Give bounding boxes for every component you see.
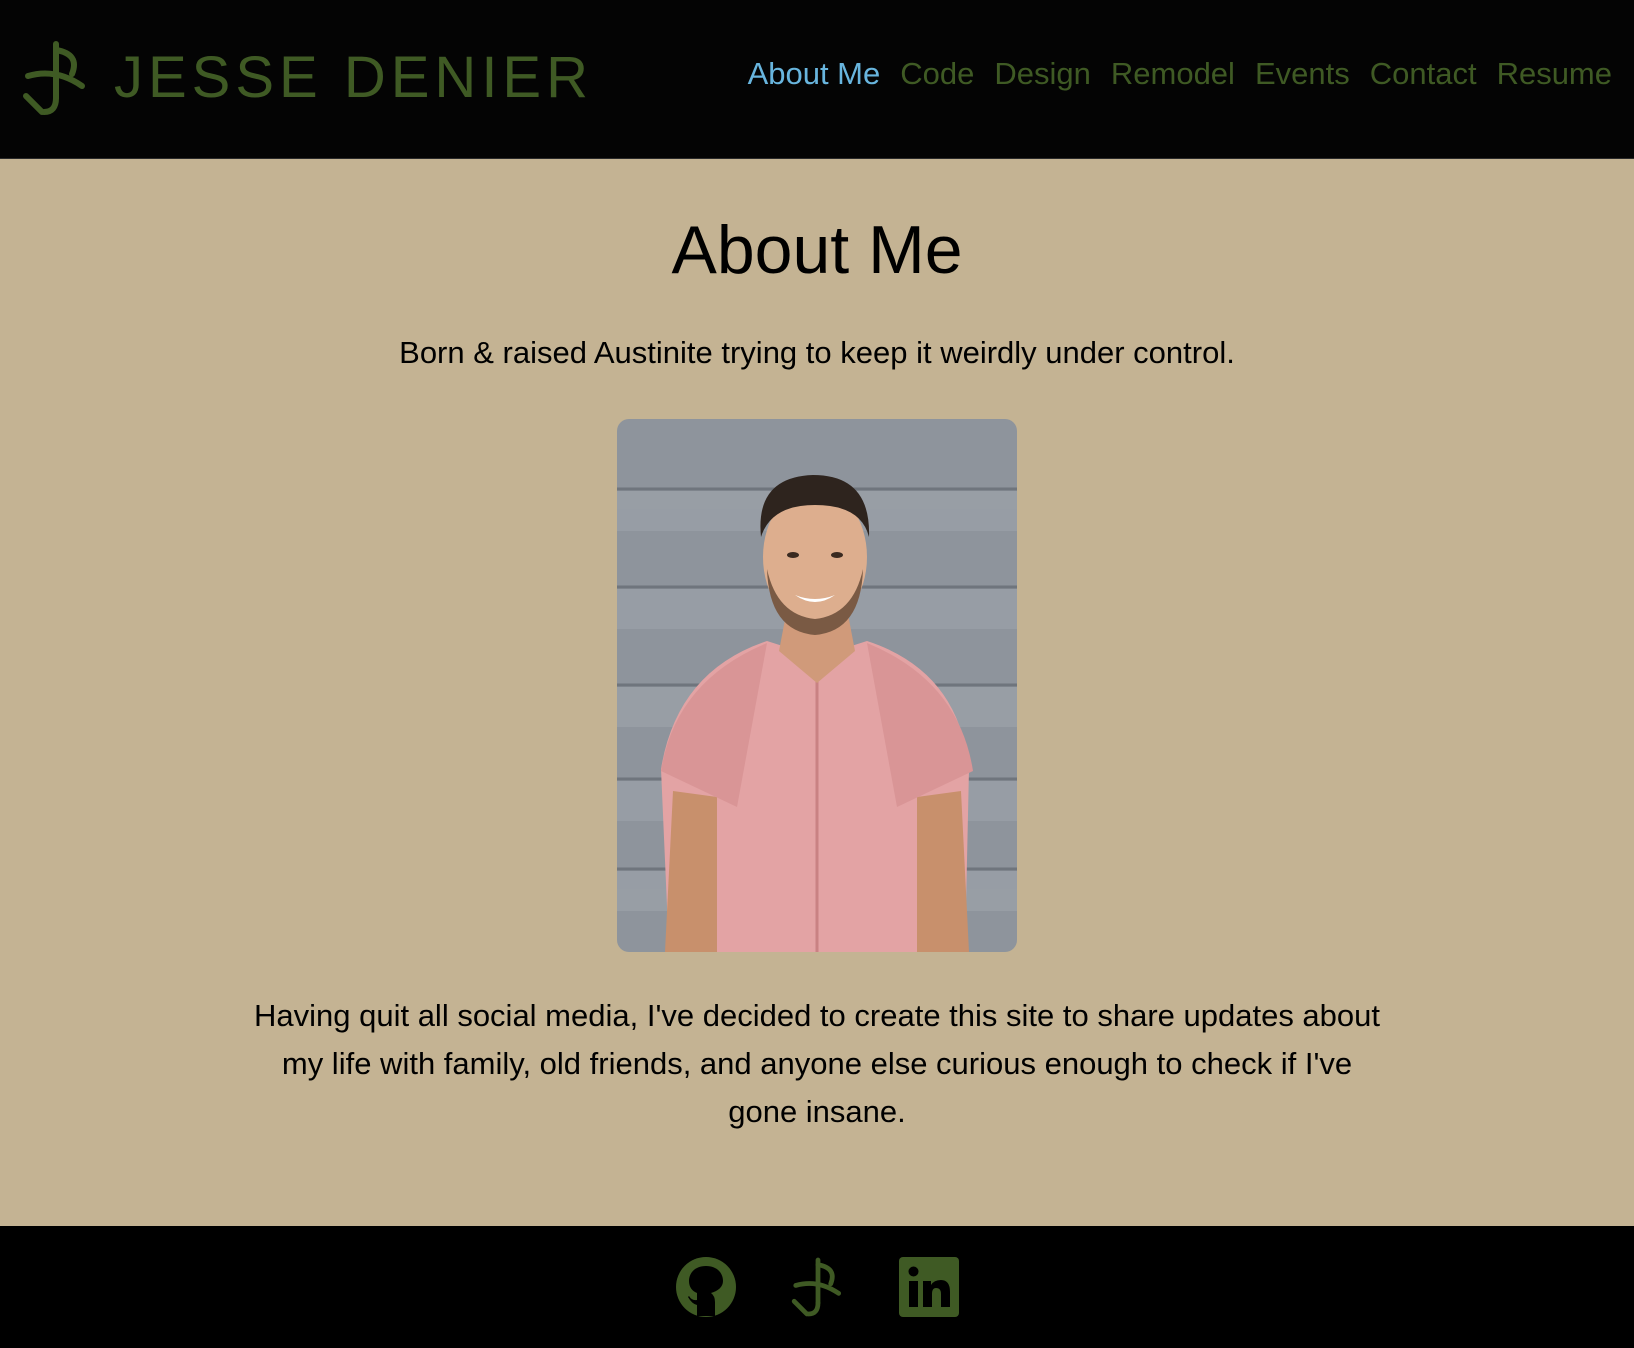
brand-home-link[interactable]: JESSE DENIER: [22, 38, 593, 118]
main-nav: About Me Code Design Remodel Events Cont…: [748, 55, 1612, 92]
linkedin-link[interactable]: [899, 1257, 959, 1322]
nav-resume[interactable]: Resume: [1497, 55, 1612, 92]
page: JESSE DENIER About Me Code Design Remode…: [0, 0, 1634, 1348]
nav-events[interactable]: Events: [1255, 55, 1350, 92]
bio-text: Having quit all social media, I've decid…: [253, 998, 1381, 1129]
jd-monogram-icon: [791, 1257, 842, 1317]
nav-about-me[interactable]: About Me: [748, 55, 881, 92]
nav-remodel[interactable]: Remodel: [1111, 55, 1235, 92]
nav-contact[interactable]: Contact: [1370, 55, 1477, 92]
jd-monogram-icon: [23, 41, 85, 115]
site-footer: [0, 1226, 1634, 1348]
portrait-photo: [617, 419, 1017, 952]
about-section: About Me Born & raised Austinite trying …: [0, 159, 1634, 1226]
linkedin-icon: [899, 1257, 959, 1317]
site-header: JESSE DENIER About Me Code Design Remode…: [0, 0, 1634, 159]
page-title: About Me: [671, 212, 963, 288]
nav-design[interactable]: Design: [994, 55, 1091, 92]
github-icon: [676, 1257, 736, 1317]
home-monogram-link[interactable]: [791, 1256, 845, 1323]
social-links: [0, 1256, 1634, 1323]
brand-name: JESSE DENIER: [114, 45, 593, 110]
nav-code[interactable]: Code: [900, 55, 974, 92]
tagline: Born & raised Austinite trying to keep i…: [399, 335, 1235, 370]
github-link[interactable]: [675, 1256, 737, 1323]
